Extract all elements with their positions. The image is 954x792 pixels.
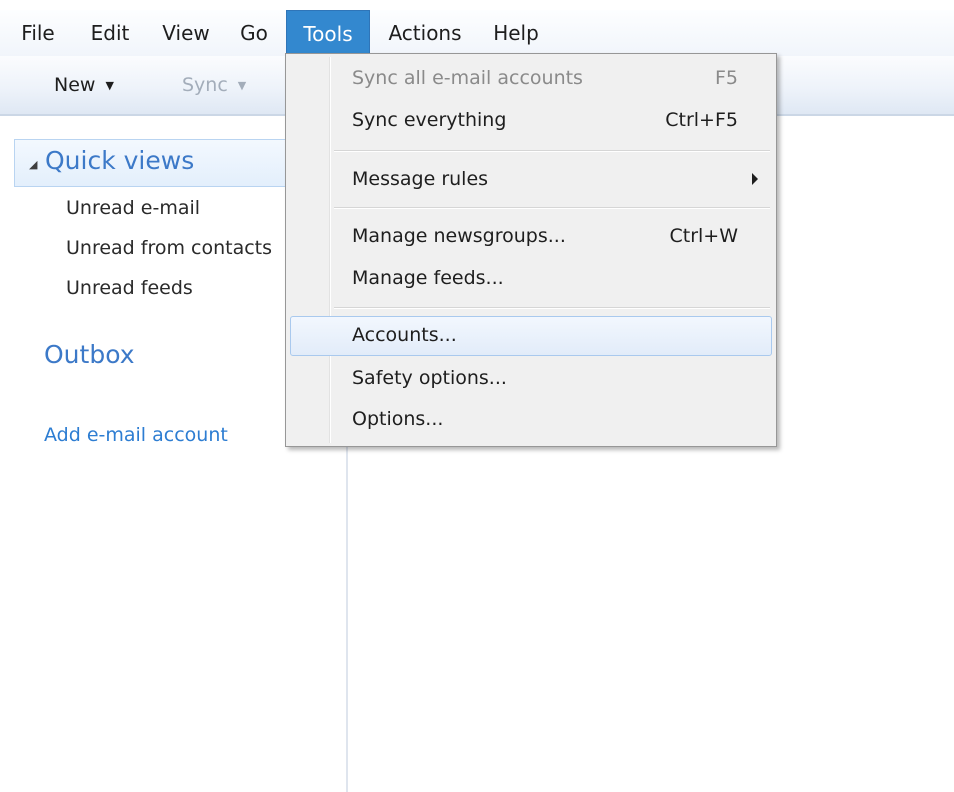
menu-item-label: Message rules	[352, 168, 489, 190]
menu-separator	[334, 150, 770, 152]
menu-item-label: Manage feeds...	[352, 267, 504, 289]
menu-item-label: Sync everything	[352, 109, 507, 131]
collapse-triangle-icon[interactable]: ◢	[29, 158, 37, 171]
submenu-arrow-icon	[752, 173, 758, 185]
menu-go[interactable]: Go	[232, 10, 276, 56]
menu-item-label: Manage newsgroups...	[352, 225, 566, 247]
sync-button[interactable]: Sync ▼	[182, 70, 246, 100]
sidebar-item-unread-feeds[interactable]: Unread feeds	[66, 277, 193, 299]
sidebar-item-unread-from-contacts[interactable]: Unread from contacts	[66, 237, 272, 259]
sync-button-label: Sync	[182, 74, 228, 96]
menu-item-label: Options...	[352, 408, 444, 430]
menu-item-label: Sync all e-mail accounts	[352, 67, 583, 89]
menu-item-message-rules[interactable]: Message rules	[290, 160, 772, 200]
sidebar-item-unread-email[interactable]: Unread e-mail	[66, 197, 200, 219]
menu-item-shortcut: Ctrl+F5	[665, 109, 738, 131]
menu-help[interactable]: Help	[484, 10, 548, 56]
menu-bar: File Edit View Go Tools Actions Help	[0, 10, 954, 57]
menu-item-manage-feeds[interactable]: Manage feeds...	[290, 259, 772, 299]
new-button-label: New	[54, 74, 96, 96]
add-email-account-link[interactable]: Add e-mail account	[44, 424, 228, 446]
chevron-down-icon: ▼	[237, 79, 247, 92]
menu-edit[interactable]: Edit	[84, 10, 136, 56]
menu-item-label: Safety options...	[352, 367, 507, 389]
menu-item-label: Accounts...	[352, 324, 457, 346]
menu-tools[interactable]: Tools	[286, 10, 370, 56]
quick-views-title: Quick views	[45, 146, 195, 175]
quick-views-header[interactable]: ◢ Quick views	[14, 139, 314, 187]
menu-actions[interactable]: Actions	[378, 10, 472, 56]
menu-item-accounts[interactable]: Accounts...	[290, 316, 772, 356]
menu-separator	[334, 207, 770, 209]
menu-file[interactable]: File	[18, 10, 58, 56]
tools-menu-dropdown: Sync all e-mail accounts F5 Sync everyth…	[285, 53, 777, 447]
menu-item-manage-newsgroups[interactable]: Manage newsgroups... Ctrl+W	[290, 217, 772, 257]
menu-item-safety-options[interactable]: Safety options...	[290, 359, 772, 399]
chevron-down-icon: ▼	[105, 79, 114, 92]
menu-item-sync-everything[interactable]: Sync everything Ctrl+F5	[290, 101, 772, 141]
menu-separator	[334, 307, 770, 309]
menu-view[interactable]: View	[155, 10, 217, 56]
menu-item-shortcut: F5	[714, 67, 738, 89]
menu-item-options[interactable]: Options...	[290, 400, 772, 440]
menu-item-sync-all-email-accounts[interactable]: Sync all e-mail accounts F5	[290, 59, 772, 99]
sidebar-item-outbox[interactable]: Outbox	[44, 340, 135, 369]
new-button[interactable]: New ▼	[54, 70, 114, 100]
menu-item-shortcut: Ctrl+W	[669, 225, 738, 247]
